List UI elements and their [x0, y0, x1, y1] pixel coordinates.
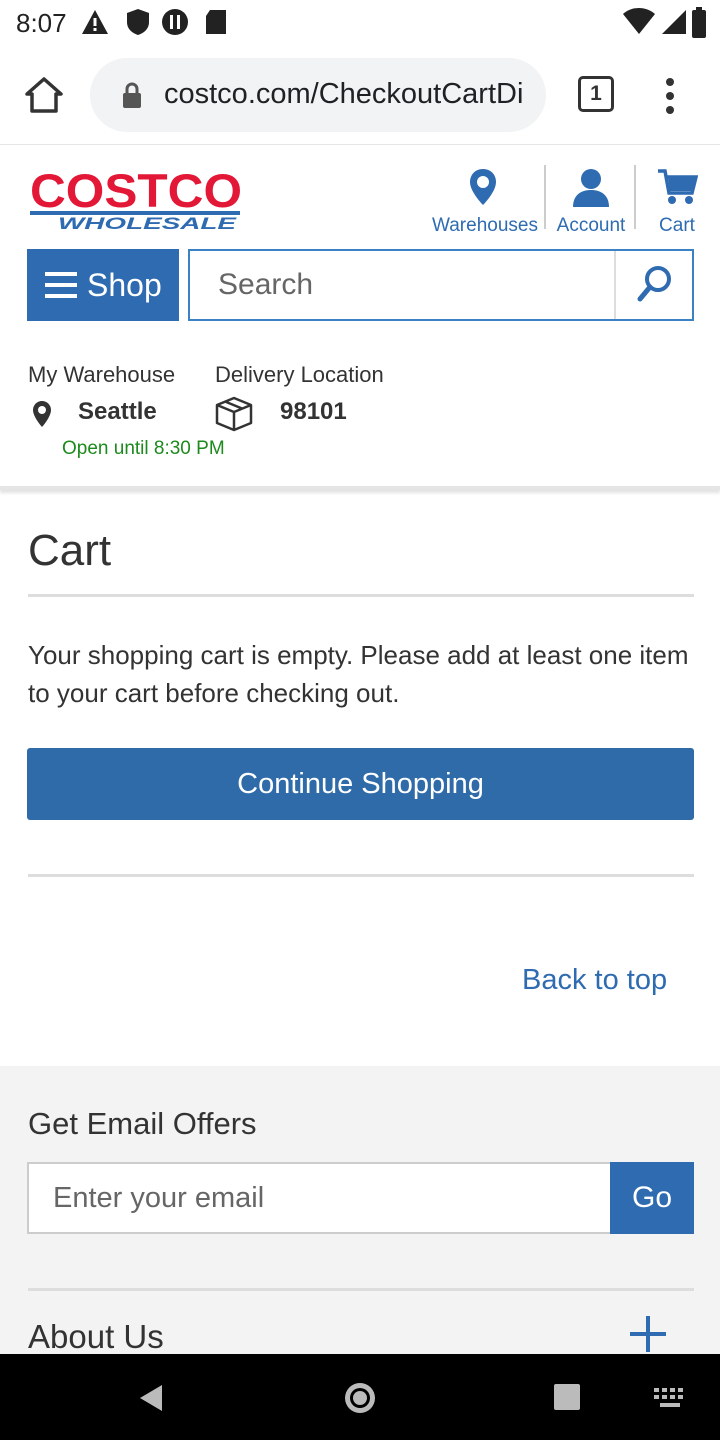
signal-icon [662, 10, 686, 34]
shield-icon [127, 9, 149, 35]
app-icon [162, 9, 188, 35]
svg-text:WHOLESALE: WHOLESALE [58, 214, 237, 231]
wifi-icon [623, 8, 655, 34]
divider [28, 874, 694, 877]
lock-icon [123, 82, 141, 108]
cart-icon [658, 169, 699, 204]
cart-link[interactable]: Cart [646, 167, 708, 237]
shop-label: Shop [87, 267, 162, 303]
hamburger-icon [45, 272, 77, 298]
back-to-top-link[interactable]: Back to top [522, 964, 667, 997]
address-bar[interactable]: costco.com/CheckoutCartDi [90, 58, 546, 132]
battery-icon [692, 7, 706, 38]
email-field[interactable] [27, 1162, 611, 1234]
url-text: costco.com/CheckoutCartDi [164, 78, 524, 110]
warehouse-heading: My Warehouse [28, 362, 176, 387]
keyboard-icon[interactable] [652, 1386, 688, 1410]
warehouses-label: Warehouses [432, 215, 538, 236]
cart-label: Cart [659, 215, 695, 236]
footer: Get Email Offers Go About Us [0, 1066, 720, 1356]
site-header: COSTCO WHOLESALE Warehouses Account Cart… [0, 144, 720, 340]
search-button[interactable] [614, 251, 692, 319]
svg-text:COSTCO: COSTCO [30, 167, 242, 217]
empty-cart-message: Your shopping cart is empty. Please add … [28, 640, 689, 708]
status-time: 8:07 [16, 8, 67, 38]
status-bar: 8:07 [0, 0, 720, 48]
map-pin-icon [470, 169, 496, 205]
warehouses-link[interactable]: Warehouses [432, 167, 538, 237]
divider [28, 594, 694, 597]
account-label: Account [556, 215, 626, 236]
location-bar: My Warehouse Seattle Open until 8:30 PM … [0, 340, 720, 490]
shop-menu-button[interactable]: Shop [27, 249, 179, 321]
expand-plus-icon[interactable] [630, 1316, 666, 1352]
continue-shopping-button[interactable]: Continue Shopping [27, 748, 694, 820]
account-link[interactable]: Account [554, 167, 628, 237]
go-button[interactable]: Go [610, 1162, 694, 1234]
recents-icon[interactable] [552, 1382, 582, 1412]
warehouse-selector[interactable]: Seattle [28, 396, 208, 432]
home-icon[interactable] [24, 76, 64, 114]
costco-logo[interactable]: COSTCO WHOLESALE [28, 167, 244, 231]
account-icon [573, 169, 609, 207]
home-button-icon[interactable] [342, 1380, 378, 1416]
divider [544, 165, 546, 229]
search-input[interactable] [192, 253, 612, 317]
email-offers-heading: Get Email Offers [28, 1106, 257, 1141]
search-bar [188, 249, 694, 321]
location-pin-icon [33, 401, 51, 427]
system-nav-bar [0, 1354, 720, 1440]
divider [634, 165, 636, 229]
tab-count: 1 [590, 82, 602, 105]
warehouse-name: Seattle [78, 398, 157, 425]
search-icon [637, 266, 671, 302]
page-title: Cart [28, 526, 112, 575]
browser-toolbar: costco.com/CheckoutCartDi 1 [0, 48, 720, 144]
divider [28, 1288, 694, 1291]
about-us-heading[interactable]: About Us [28, 1318, 164, 1356]
delivery-selector[interactable]: 98101 [215, 394, 365, 434]
delivery-heading: Delivery Location [215, 362, 384, 387]
sd-card-icon [206, 10, 226, 34]
back-icon[interactable] [136, 1382, 166, 1414]
open-status: Open until 8:30 PM [62, 438, 225, 459]
more-menu-icon[interactable] [660, 76, 680, 116]
tab-switcher-button[interactable]: 1 [578, 76, 614, 112]
package-icon [215, 396, 253, 432]
delivery-zip: 98101 [280, 398, 347, 425]
warning-icon [82, 10, 108, 34]
